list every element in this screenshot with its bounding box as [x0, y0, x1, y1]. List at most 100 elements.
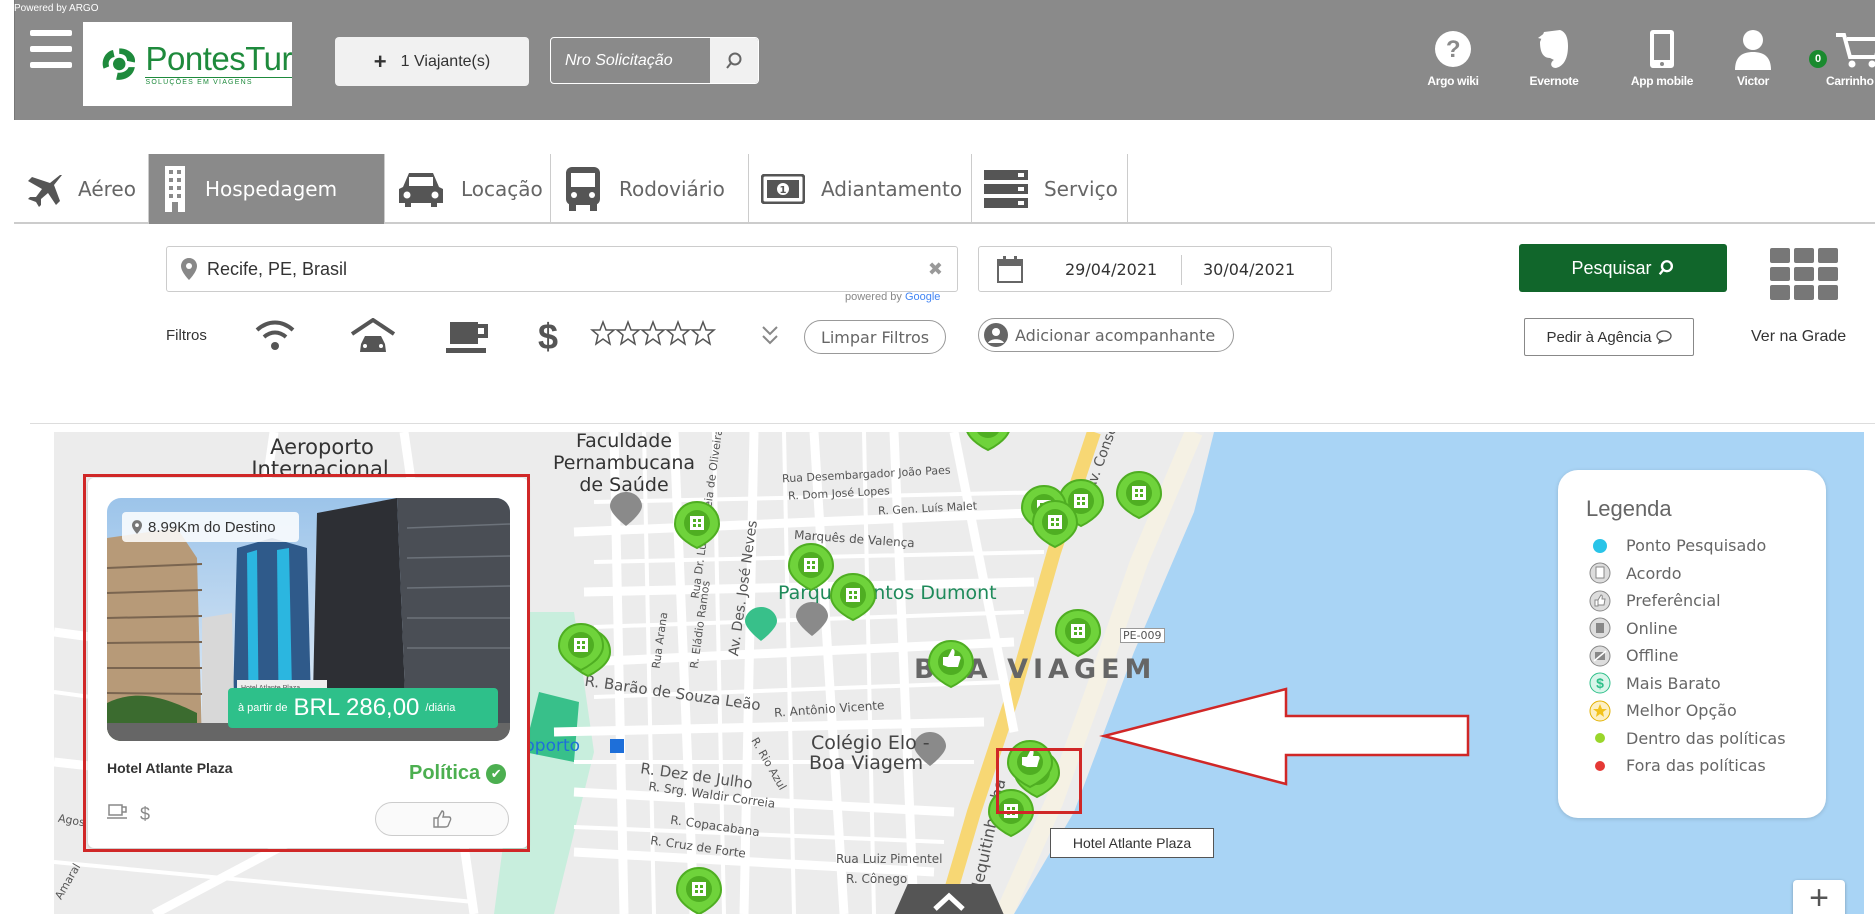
offline-icon — [1586, 645, 1614, 667]
map-legend: Legenda Ponto Pesquisado Acordo Preferên… — [1558, 470, 1826, 818]
mobile-icon — [1612, 24, 1712, 74]
breakfast-filter-icon[interactable] — [446, 318, 490, 359]
grid-view-icon[interactable] — [1770, 248, 1838, 300]
map-label-pernambucana: Pernambucana — [552, 452, 696, 474]
legend-title: Legenda — [1586, 496, 1672, 521]
tab-aereo[interactable]: Aéreo — [14, 154, 149, 224]
tab-locacao-label: Locação — [460, 177, 543, 201]
ask-agency-button[interactable]: Pedir à Agência — [1524, 318, 1694, 356]
request-number-search[interactable]: Nro Solicitação — [550, 37, 759, 84]
date-range-field[interactable]: 29/04/2021 30/04/2021 — [978, 246, 1332, 292]
top-bar — [14, 0, 1875, 120]
car-icon — [397, 169, 445, 209]
user-circle-icon — [984, 323, 1008, 347]
map-label-parque: Parque Santos Dumont — [778, 582, 997, 604]
highlight-card-box — [83, 474, 530, 852]
travelers-label: 1 Viajante(s) — [400, 52, 491, 70]
chat-icon — [1655, 330, 1672, 344]
view-grid-link[interactable]: Ver na Grade — [1751, 328, 1846, 346]
search-button-label: Pesquisar — [1571, 257, 1652, 278]
destination-input[interactable]: Recife, PE, Brasil — [207, 259, 347, 280]
location-pin-icon — [181, 258, 197, 280]
add-companion-button[interactable]: Adicionar acompanhante — [978, 318, 1234, 352]
legend-label: Acordo — [1626, 563, 1682, 583]
map-label-conego: R. Cônego — [846, 872, 908, 886]
calendar-icon — [997, 256, 1023, 283]
plane-icon — [26, 171, 62, 207]
map-label-faculdade: Faculdade — [575, 432, 673, 452]
user-menu-button[interactable]: Victor — [1725, 24, 1781, 88]
map-label-aeroporto: Aeroporto — [270, 435, 374, 459]
tab-hospedagem-label: Hospedagem — [204, 177, 338, 201]
marker-tooltip: Hotel Atlante Plaza — [1050, 828, 1214, 858]
clear-destination-icon[interactable]: ✖ — [928, 259, 943, 280]
destination-field[interactable]: Recife, PE, Brasil ✖ — [166, 246, 958, 292]
collapse-map-button[interactable] — [890, 884, 1008, 914]
search-button[interactable]: Pesquisar — [1519, 244, 1727, 292]
tab-adiantamento[interactable]: 1 Adiantamento — [749, 154, 972, 224]
money-icon: 1 — [760, 174, 805, 204]
user-icon — [1725, 24, 1781, 74]
evernote-icon — [1514, 24, 1594, 74]
product-tabs: Aéreo Hospedagem Locação Rodoviário 1 Ad… — [14, 154, 1875, 224]
help-icon: ? — [1413, 24, 1493, 74]
cart-button[interactable]: Carrinho — [1822, 24, 1875, 88]
building-icon — [161, 166, 189, 212]
tab-rodoviario[interactable]: Rodoviário — [551, 154, 749, 224]
bus-icon — [563, 167, 603, 211]
legend-item-cheapest: $ Mais Barato — [1586, 670, 1826, 698]
argo-wiki-button[interactable]: ? Argo wiki — [1413, 24, 1493, 88]
legend-item-agreement: Acordo — [1586, 560, 1826, 588]
tab-adiantamento-label: Adiantamento — [820, 177, 963, 201]
app-mobile-label: App mobile — [1630, 74, 1694, 88]
green-dot-icon — [1586, 727, 1614, 749]
price-filter-icon[interactable]: $ — [538, 316, 558, 358]
legend-label: Melhor Opção — [1626, 701, 1737, 721]
date-separator — [1181, 255, 1182, 285]
request-number-input[interactable]: Nro Solicitação — [551, 38, 710, 83]
server-icon — [983, 170, 1028, 208]
company-logo[interactable]: PontesTur SOLUÇÕES EM VIAGENS — [83, 22, 292, 106]
map-label-colegio-2: Boa Viagem — [809, 752, 924, 774]
app-mobile-button[interactable]: App mobile — [1612, 24, 1712, 88]
logo-tagline: SOLUÇÕES EM VIAGENS — [145, 77, 292, 86]
logo-name: PontesTur — [145, 40, 292, 77]
legend-label: Preferêncial — [1626, 591, 1721, 611]
legend-label: Ponto Pesquisado — [1626, 536, 1767, 556]
legend-item-in-policy: Dentro das políticas — [1586, 725, 1826, 753]
checkout-date[interactable]: 30/04/2021 — [1203, 260, 1295, 279]
parking-filter-icon[interactable] — [350, 317, 396, 361]
svg-text:?: ? — [1446, 36, 1460, 63]
thumbs-up-icon — [1586, 590, 1614, 612]
tab-servico[interactable]: Serviço — [972, 154, 1128, 224]
cart-count-badge: 0 — [1809, 50, 1827, 68]
clear-filters-button[interactable]: Limpar Filtros — [804, 320, 946, 354]
travelers-button[interactable]: +1 Viajante(s) — [335, 37, 529, 86]
expand-filters-icon[interactable] — [760, 324, 780, 351]
legend-label: Online — [1626, 618, 1678, 638]
tab-locacao[interactable]: Locação — [385, 154, 551, 224]
wifi-filter-icon[interactable] — [254, 318, 296, 357]
menu-icon[interactable] — [30, 30, 72, 68]
map-label-de-saude: de Saúde — [579, 474, 669, 496]
ask-agency-label: Pedir à Agência — [1546, 328, 1652, 346]
tab-hospedagem[interactable]: Hospedagem — [148, 154, 385, 224]
tab-rodoviario-label: Rodoviário — [618, 177, 725, 201]
plus-icon: + — [373, 48, 387, 74]
red-dot-icon — [1586, 755, 1614, 777]
legend-label: Dentro das políticas — [1626, 728, 1786, 748]
evernote-button[interactable]: Evernote — [1514, 24, 1594, 88]
search-icon — [1658, 260, 1673, 276]
map-label-pe009: PE-009 — [1120, 628, 1165, 643]
svg-text:$: $ — [1596, 675, 1604, 691]
search-icon[interactable] — [710, 38, 758, 83]
stars-filter[interactable] — [589, 319, 720, 353]
chevron-up-icon — [933, 892, 965, 911]
checkin-date[interactable]: 29/04/2021 — [1065, 260, 1157, 279]
zoom-in-button[interactable]: + — [1793, 879, 1845, 914]
powered-by-label: Powered by ARGO — [14, 3, 99, 14]
legend-item-best: Melhor Opção — [1586, 697, 1826, 725]
logo-swirl-icon — [102, 48, 136, 80]
app-root: Powered by ARGO PontesTur SOLUÇÕES EM VI… — [0, 0, 1875, 914]
google-attribution: powered by Google — [845, 291, 940, 303]
